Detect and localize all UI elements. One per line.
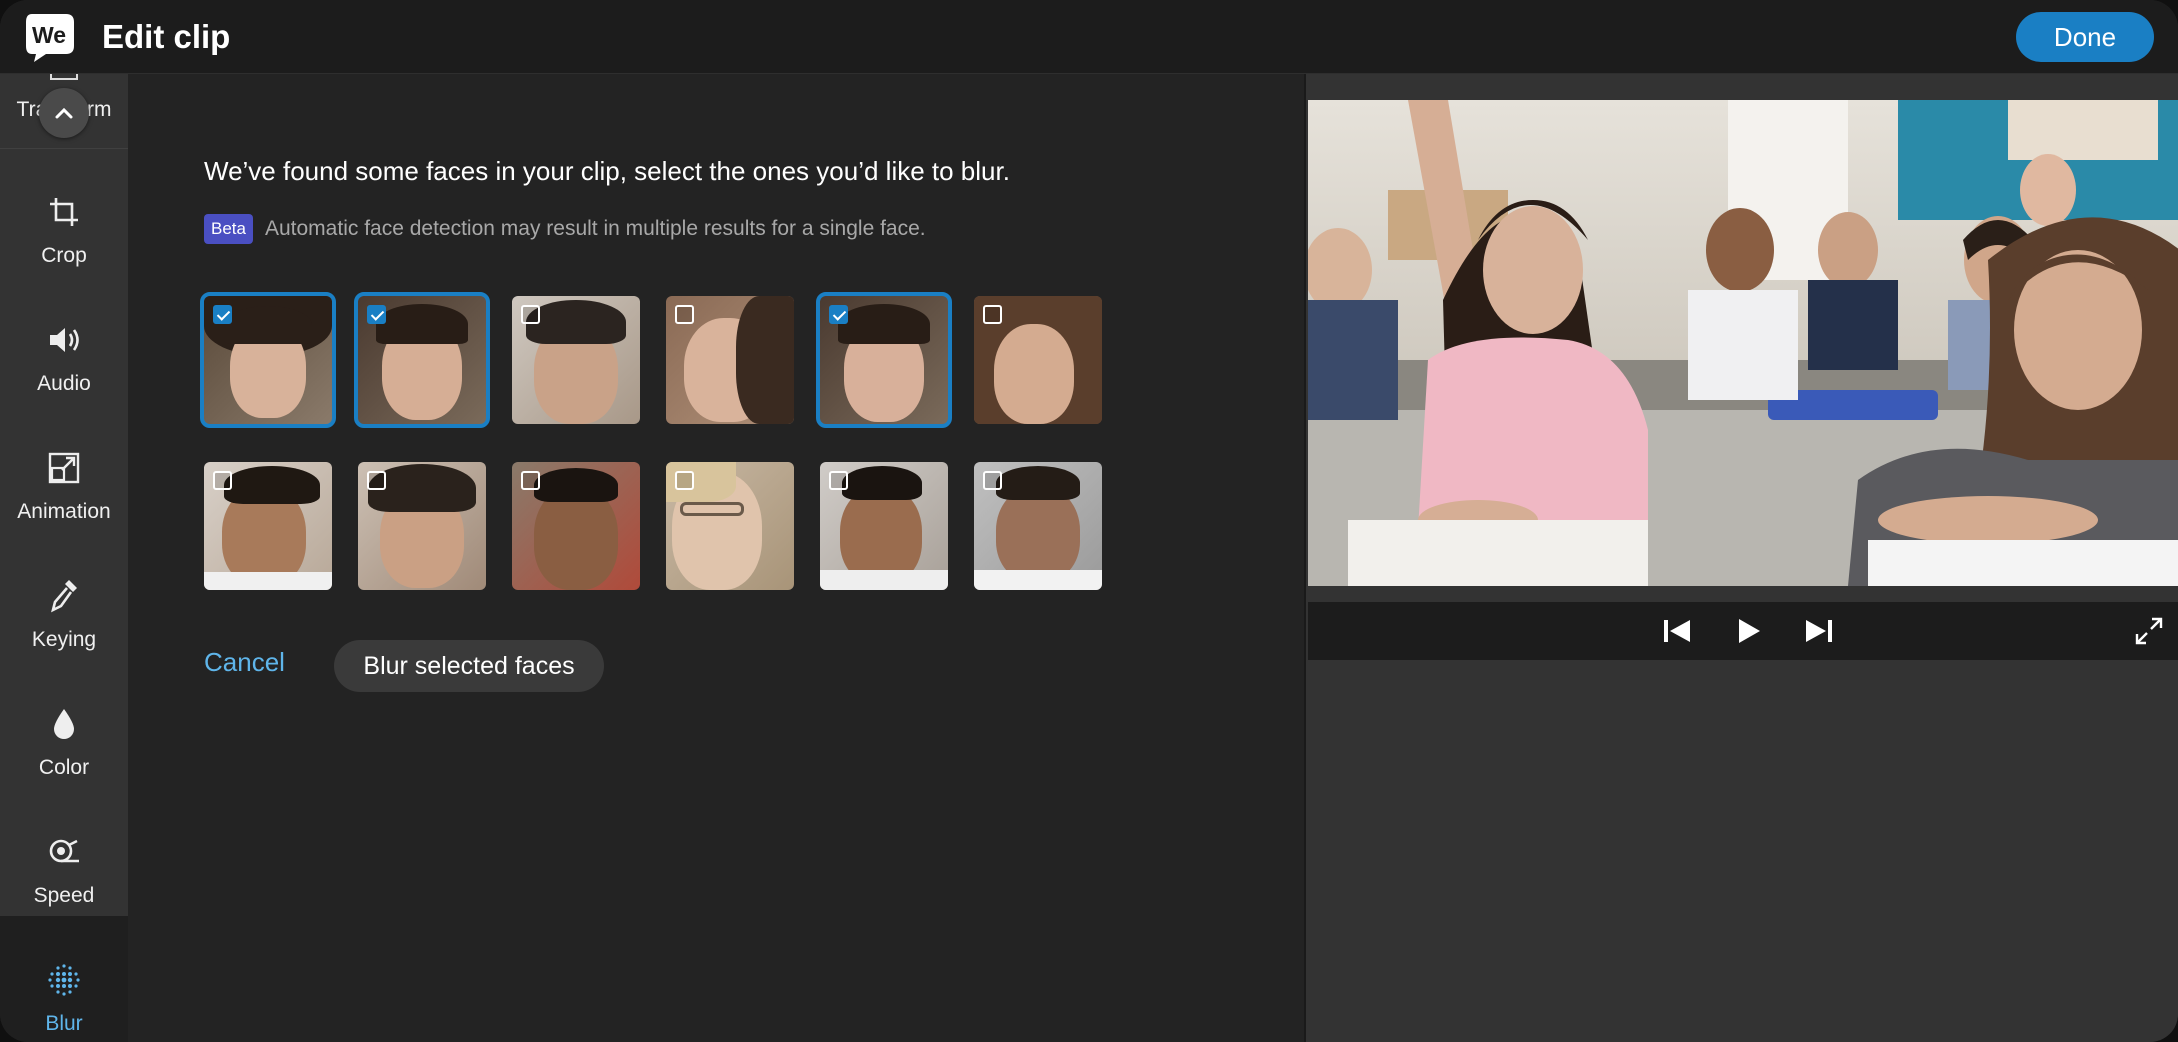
chevron-up-icon <box>55 107 73 119</box>
fullscreen-button[interactable] <box>2132 615 2166 647</box>
preview-panel <box>1304 74 2178 1042</box>
animation-icon <box>0 448 128 488</box>
keying-icon <box>0 576 128 616</box>
sidebar-item-color[interactable]: Color <box>0 676 128 804</box>
cancel-button[interactable]: Cancel <box>204 647 285 678</box>
speed-icon <box>0 832 128 872</box>
skip-forward-icon <box>1806 620 1832 642</box>
face-checkbox[interactable] <box>675 305 694 324</box>
sidebar-item-label: Speed <box>33 884 95 907</box>
beta-notice: Beta Automatic face detection may result… <box>204 213 926 245</box>
face-thumbnail[interactable] <box>820 462 948 590</box>
face-checkbox[interactable] <box>213 305 232 324</box>
crop-icon <box>0 192 128 232</box>
face-thumbnail[interactable] <box>200 292 336 428</box>
sidebar-item-label: Color <box>38 756 90 779</box>
face-checkbox[interactable] <box>829 471 848 490</box>
app-window: We Edit clip Done Transform Crop Audio A… <box>0 0 2178 1042</box>
skip-forward-button[interactable] <box>1802 615 1836 647</box>
page-title: Edit clip <box>102 18 231 55</box>
face-checkbox[interactable] <box>367 305 386 324</box>
faces-heading: We’ve found some faces in your clip, sel… <box>204 156 1010 186</box>
color-icon <box>0 704 128 744</box>
face-thumbnail[interactable] <box>974 462 1102 590</box>
face-thumbnail[interactable] <box>512 462 640 590</box>
sidebar-item-label: Keying <box>31 628 97 651</box>
audio-icon <box>0 320 128 360</box>
header-bar: We Edit clip Done <box>0 0 2178 74</box>
face-thumbnail[interactable] <box>816 292 952 428</box>
play-icon <box>1739 619 1760 643</box>
face-thumbnail[interactable] <box>512 296 640 424</box>
skip-back-button[interactable] <box>1660 615 1694 647</box>
face-checkbox[interactable] <box>367 471 386 490</box>
blur-selected-faces-button[interactable]: Blur selected faces <box>334 640 604 692</box>
face-thumbnail[interactable] <box>666 296 794 424</box>
done-button[interactable]: Done <box>2016 12 2154 62</box>
sidebar-item-crop[interactable]: Crop <box>0 164 128 292</box>
sidebar-item-label: Crop <box>41 244 87 267</box>
sidebar-item-keying[interactable]: Keying <box>0 548 128 676</box>
beta-badge: Beta <box>204 214 253 244</box>
sidebar-item-label: Blur <box>45 1012 83 1035</box>
face-thumbnail[interactable] <box>666 462 794 590</box>
face-thumbnail[interactable] <box>354 292 490 428</box>
video-preview[interactable] <box>1308 100 2178 586</box>
sidebar-item-animation[interactable]: Animation <box>0 420 128 548</box>
face-checkbox[interactable] <box>829 305 848 324</box>
sidebar-divider <box>0 148 128 149</box>
face-thumbnail[interactable] <box>974 296 1102 424</box>
svg-text:We: We <box>32 22 66 48</box>
sidebar-item-audio[interactable]: Audio <box>0 292 128 420</box>
blur-panel: We’ve found some faces in your clip, sel… <box>128 74 1304 1042</box>
face-checkbox[interactable] <box>675 471 694 490</box>
transform-icon <box>50 74 78 80</box>
face-thumbnail[interactable] <box>204 462 332 590</box>
sidebar-item-blur[interactable]: Blur <box>0 932 128 1042</box>
sidebar-item-label: Audio <box>37 372 91 395</box>
fullscreen-icon <box>2135 617 2163 645</box>
face-checkbox[interactable] <box>521 305 540 324</box>
wevideo-logo: We <box>26 14 74 62</box>
beta-description: Automatic face detection may result in m… <box>264 217 926 240</box>
playback-controls <box>1308 602 2178 660</box>
face-checkbox[interactable] <box>213 471 232 490</box>
face-thumbnail[interactable] <box>358 462 486 590</box>
skip-back-icon <box>1664 620 1690 642</box>
face-checkbox[interactable] <box>983 471 1002 490</box>
play-button[interactable] <box>1732 615 1766 647</box>
sidebar-item-speed[interactable]: Speed <box>0 804 128 932</box>
face-grid <box>200 292 1104 596</box>
face-checkbox[interactable] <box>521 471 540 490</box>
sidebar-item-label: Animation <box>17 500 111 523</box>
collapse-up-button[interactable] <box>39 88 89 138</box>
blur-icon <box>0 960 128 1000</box>
face-checkbox[interactable] <box>983 305 1002 324</box>
